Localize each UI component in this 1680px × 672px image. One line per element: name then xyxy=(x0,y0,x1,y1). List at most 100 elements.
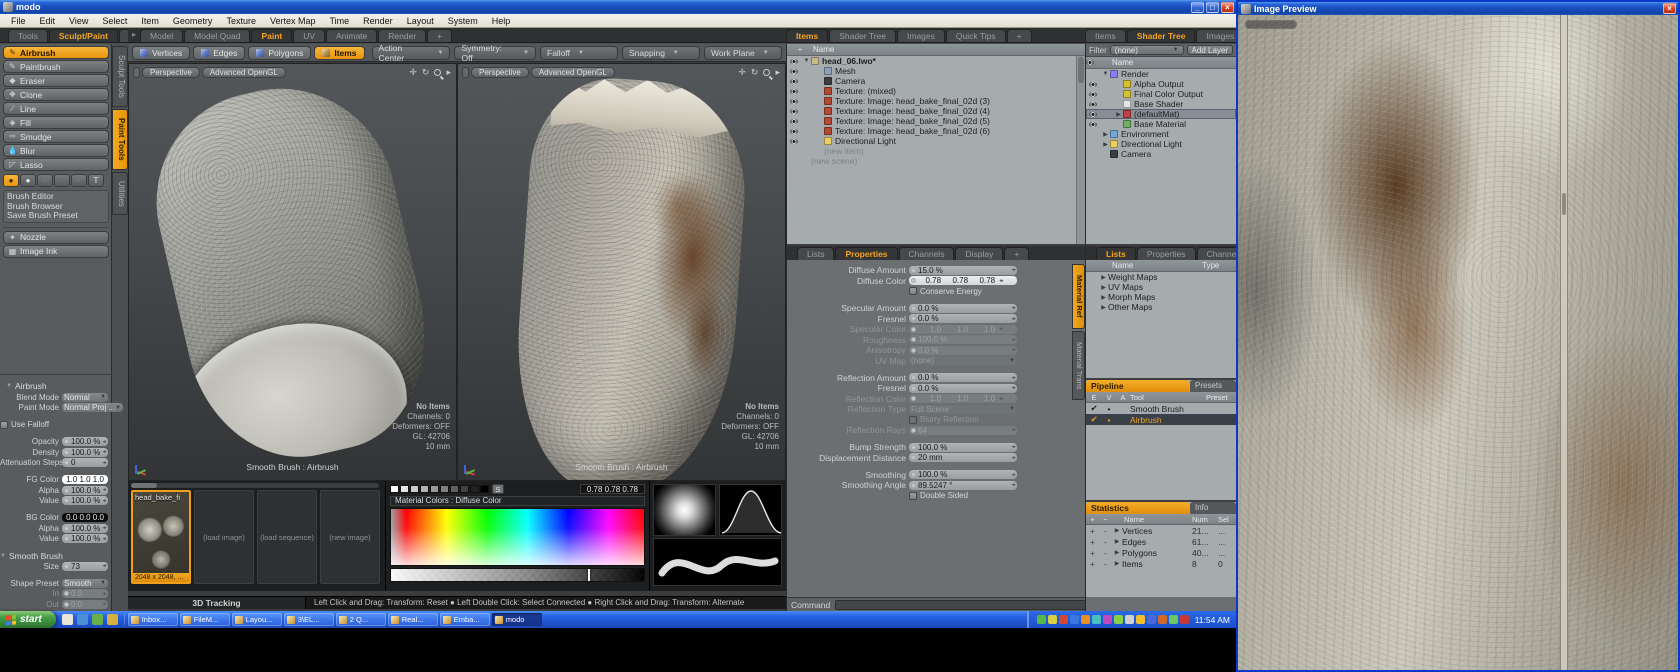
spinner-icon[interactable]: ◂▸ xyxy=(999,278,1003,284)
collapse-triangle-icon[interactable]: ▼ xyxy=(6,383,12,389)
expand-arrow-icon[interactable]: ▶ xyxy=(1112,538,1122,545)
spinner-icon[interactable]: ◂▸ xyxy=(1011,472,1015,478)
select-plus-button[interactable]: + xyxy=(1086,526,1099,536)
extra-tool-button[interactable]: ✦ Nozzle xyxy=(3,231,109,244)
layout-tab[interactable]: Model xyxy=(140,29,183,42)
selection-mode-button[interactable]: Edges xyxy=(193,46,245,60)
viewport-left[interactable]: Perspective Advanced OpenGL ✛ ↻ ▸ N xyxy=(128,63,457,481)
statistics-row[interactable]: + - ▶ Polygons 40... ... xyxy=(1086,547,1236,558)
mini-slider-knob[interactable] xyxy=(911,278,916,283)
pipeline-tool-row[interactable]: ✔ • Airbrush xyxy=(1086,414,1236,425)
prop-dropdown[interactable]: Normal Proj ...▼ xyxy=(62,403,123,412)
expand-arrow-icon[interactable]: ▶ xyxy=(1099,274,1108,281)
checkbox[interactable] xyxy=(909,492,917,500)
preview-options-pill[interactable] xyxy=(1245,20,1297,29)
menu-item[interactable]: View xyxy=(62,16,95,26)
tray-icon[interactable] xyxy=(1081,615,1090,624)
layout-tab[interactable]: Animate xyxy=(326,29,377,42)
spinner-icon[interactable]: ◂▸ xyxy=(1011,455,1015,461)
tray-icon[interactable] xyxy=(1092,615,1101,624)
spinner-icon[interactable]: ◂▸ xyxy=(1011,375,1015,381)
material-side-tab[interactable]: Material Ref xyxy=(1072,264,1085,329)
tray-icon[interactable] xyxy=(1048,615,1057,624)
pipeline-tool-row[interactable]: ✔ • Smooth Brush xyxy=(1086,403,1236,414)
brush-tool-button[interactable]: 💧 Blur xyxy=(3,144,109,157)
visibility-eye-icon[interactable] xyxy=(1089,92,1097,97)
pan-icon[interactable]: ✛ xyxy=(409,67,417,78)
filter-dropdown[interactable]: (none)▼ xyxy=(1110,45,1184,55)
expand-arrow-icon[interactable]: ▶ xyxy=(1099,294,1108,301)
quick-launch-icon[interactable] xyxy=(92,614,103,625)
visibility-eye-icon[interactable] xyxy=(1089,82,1097,87)
layout-tab[interactable]: UV xyxy=(293,29,325,42)
panel-tab[interactable]: Lists xyxy=(797,247,834,260)
tray-icon[interactable] xyxy=(1125,615,1134,624)
item-row[interactable]: Texture: Image: head_bake_final_02d (4) xyxy=(787,106,1085,116)
spinner-icon[interactable]: ◂▸ xyxy=(999,396,1003,402)
spinner-icon[interactable]: ◂▸ xyxy=(102,487,106,493)
shader-row[interactable]: ▶ Environment xyxy=(1086,129,1236,139)
menu-item[interactable]: File xyxy=(4,16,33,26)
menu-item[interactable]: Layout xyxy=(400,16,441,26)
spinner-icon[interactable]: ◂▸ xyxy=(102,439,106,445)
tool-side-tab[interactable]: Utilities xyxy=(112,172,128,216)
item-row[interactable]: Texture: Image: head_bake_final_02d (3) xyxy=(787,96,1085,106)
visibility-eye-icon[interactable] xyxy=(1089,102,1097,107)
menu-item[interactable]: Edit xyxy=(33,16,63,26)
visibility-eye-icon[interactable] xyxy=(790,109,798,114)
mini-slider-knob[interactable] xyxy=(911,316,916,321)
selection-mode-button[interactable]: Vertices xyxy=(132,46,190,60)
expand-arrow-icon[interactable]: ▼ xyxy=(1101,71,1110,77)
task-button[interactable]: Layou... xyxy=(232,613,282,626)
visible-dot-icon[interactable]: • xyxy=(1102,415,1116,425)
extra-tool-button[interactable]: ▦ Image Ink xyxy=(3,245,109,258)
shader-row[interactable]: Final Color Output xyxy=(1086,89,1236,99)
prop-field[interactable]: 0.0 %◂▸ xyxy=(909,314,1017,323)
toolbar-dropdown[interactable]: Falloff▼ xyxy=(540,46,618,60)
tray-icon[interactable] xyxy=(1114,615,1123,624)
item-row[interactable]: ▼ head_06.lwo* xyxy=(787,56,1085,66)
spinner-icon[interactable]: ◂▸ xyxy=(102,536,106,542)
viewport-menu-nub[interactable] xyxy=(462,67,469,78)
shader-row[interactable]: Camera xyxy=(1086,149,1236,159)
expand-arrow-icon[interactable]: ▶ xyxy=(1099,304,1108,311)
visibility-eye-icon[interactable] xyxy=(790,69,798,74)
tray-icon[interactable] xyxy=(1158,615,1167,624)
mini-slider-knob[interactable] xyxy=(911,386,916,391)
panel-tab[interactable]: Properties xyxy=(835,247,897,260)
item-row[interactable]: Texture: Image: head_bake_final_02d (6) xyxy=(787,126,1085,136)
mini-slider-knob[interactable] xyxy=(911,483,916,488)
panel-tab[interactable]: Quick Tips xyxy=(946,29,1006,42)
gray-swatch[interactable] xyxy=(460,485,469,493)
tray-icon[interactable] xyxy=(1070,615,1079,624)
mini-slider-knob[interactable] xyxy=(911,337,916,342)
prop-field[interactable]: 89.5247 °◂▸ xyxy=(909,481,1017,490)
shader-row[interactable]: Base Shader xyxy=(1086,99,1236,109)
quick-launch-icon[interactable] xyxy=(77,614,88,625)
spinner-icon[interactable]: ◂▸ xyxy=(102,449,106,455)
task-button[interactable]: FileM... xyxy=(180,613,230,626)
shader-row[interactable]: Base Material xyxy=(1086,119,1236,129)
layout-tab[interactable]: Render xyxy=(378,29,426,42)
visibility-eye-icon[interactable] xyxy=(790,99,798,104)
prop-field[interactable]: 0.0 %◂▸ xyxy=(909,346,1017,355)
expand-arrow-icon[interactable]: ▶ xyxy=(1101,141,1110,148)
spinner-icon[interactable]: ◂▸ xyxy=(102,591,106,597)
map-list-row[interactable]: ▶ Weight Maps xyxy=(1086,272,1236,282)
mini-slider-knob[interactable] xyxy=(911,472,916,477)
shader-row[interactable]: ▶ Directional Light xyxy=(1086,139,1236,149)
prop-checkbox[interactable]: Double Sided xyxy=(909,491,1070,500)
mini-slider-knob[interactable] xyxy=(64,460,69,465)
task-button[interactable]: modo xyxy=(492,613,542,626)
task-button[interactable]: Real... xyxy=(388,613,438,626)
item-row[interactable]: Mesh xyxy=(787,66,1085,76)
visibility-eye-icon[interactable] xyxy=(1089,122,1097,127)
start-button[interactable]: start xyxy=(0,611,56,628)
menu-item[interactable]: System xyxy=(441,16,485,26)
preset-scrollbar[interactable] xyxy=(131,483,379,488)
spinner-icon[interactable]: ◂▸ xyxy=(1011,316,1015,322)
color-swatch-field[interactable]: 1.0 1.0 1.0 xyxy=(62,475,108,484)
prop-field[interactable]: 100.0 %◂▸ xyxy=(62,534,108,543)
prop-checkbox[interactable]: Conserve Energy xyxy=(909,287,1070,296)
spinner-icon[interactable]: ◂▸ xyxy=(1011,337,1015,343)
